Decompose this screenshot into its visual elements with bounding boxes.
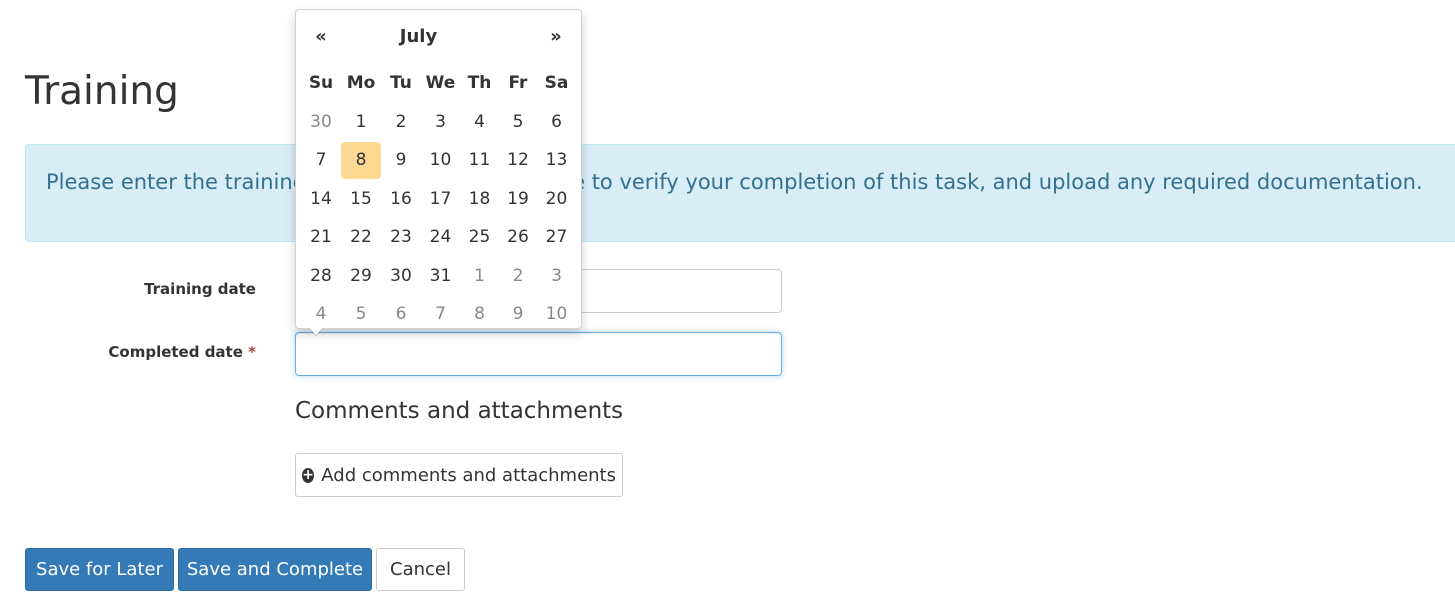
day-cell[interactable]: 25 — [460, 219, 499, 256]
day-cell[interactable]: 18 — [460, 181, 499, 218]
day-cell[interactable]: 10 — [537, 296, 576, 333]
day-cell[interactable]: 8 — [460, 296, 499, 333]
month-switch[interactable]: July — [341, 26, 496, 47]
day-cell[interactable]: 11 — [460, 142, 499, 179]
page-title: Training — [25, 69, 179, 114]
day-cell[interactable]: 7 — [421, 296, 460, 333]
day-cell[interactable]: 10 — [421, 142, 460, 179]
cancel-button[interactable]: Cancel — [376, 548, 465, 591]
day-cell[interactable]: 21 — [301, 219, 341, 256]
day-cell[interactable]: 1 — [341, 104, 381, 141]
day-cell[interactable]: 7 — [301, 142, 341, 179]
save-and-complete-button[interactable]: Save and Complete — [178, 548, 372, 591]
day-cell[interactable]: 4 — [301, 296, 341, 333]
day-cell[interactable]: 3 — [421, 104, 460, 141]
training-date-label: Training date — [144, 280, 256, 298]
completed-date-label: Completed date * — [16, 343, 256, 361]
attachments-heading: Comments and attachments — [295, 398, 624, 424]
day-cell[interactable]: 16 — [381, 181, 421, 218]
weekday-header: Th — [467, 73, 492, 93]
day-cell[interactable]: 1 — [460, 258, 499, 295]
day-cell[interactable]: 9 — [499, 296, 537, 333]
day-cell-today[interactable]: 8 — [341, 142, 381, 179]
day-cell[interactable]: 2 — [381, 104, 421, 141]
day-cell[interactable]: 29 — [341, 258, 381, 295]
next-month-button[interactable]: » — [536, 26, 576, 47]
prev-month-button[interactable]: « — [301, 26, 341, 47]
completed-date-label-text: Completed date — [108, 343, 243, 361]
day-cell[interactable]: 31 — [421, 258, 460, 295]
day-cell[interactable]: 12 — [499, 142, 537, 179]
save-for-later-button[interactable]: Save for Later — [25, 548, 174, 591]
day-cell[interactable]: 28 — [301, 258, 341, 295]
day-cell[interactable]: 15 — [341, 181, 381, 218]
datepicker-grid: Su Mo Tu We Th Fr Sa 30 1 2 3 4 5 6 7 8 9 10 11 12 13… — [301, 64, 576, 334]
datepicker-popup: « July » Su Mo Tu We Th Fr Sa 30 1 2 3 4 5 6 7 8… — [295, 9, 582, 336]
day-cell[interactable]: 9 — [381, 142, 421, 179]
weekday-header: Mo — [346, 73, 376, 93]
add-comments-label: Add comments and attachments — [321, 464, 616, 486]
day-cell[interactable]: 5 — [341, 296, 381, 333]
weekday-header: Su — [308, 73, 334, 93]
page: Training Please enter the training date,… — [0, 0, 1455, 612]
day-cell[interactable]: 26 — [499, 219, 537, 256]
weekday-header: Fr — [508, 73, 528, 93]
day-cell[interactable]: 30 — [301, 104, 341, 141]
day-cell[interactable]: 30 — [381, 258, 421, 295]
completed-date-input[interactable] — [295, 332, 782, 376]
day-cell[interactable]: 24 — [421, 219, 460, 256]
day-cell[interactable]: 19 — [499, 181, 537, 218]
weekday-header: Sa — [544, 73, 569, 93]
day-cell[interactable]: 27 — [537, 219, 576, 256]
weekday-header: Tu — [390, 73, 412, 93]
day-cell[interactable]: 3 — [537, 258, 576, 295]
plus-circle-icon: + — [302, 466, 315, 483]
required-marker: * — [248, 343, 256, 361]
day-cell[interactable]: 23 — [381, 219, 421, 256]
day-cell[interactable]: 13 — [537, 142, 576, 179]
info-alert: Please enter the training date, and comp… — [25, 144, 1455, 242]
day-cell[interactable]: 6 — [537, 104, 576, 141]
day-cell[interactable]: 5 — [499, 104, 537, 141]
day-cell[interactable]: 6 — [381, 296, 421, 333]
day-cell[interactable]: 4 — [460, 104, 499, 141]
day-cell[interactable]: 20 — [537, 181, 576, 218]
day-cell[interactable]: 22 — [341, 219, 381, 256]
day-cell[interactable]: 2 — [499, 258, 537, 295]
weekday-header: We — [425, 73, 456, 93]
day-cell[interactable]: 14 — [301, 181, 341, 218]
datepicker-header: « July » — [301, 18, 576, 54]
add-comments-button[interactable]: + Add comments and attachments — [295, 453, 623, 497]
day-cell[interactable]: 17 — [421, 181, 460, 218]
